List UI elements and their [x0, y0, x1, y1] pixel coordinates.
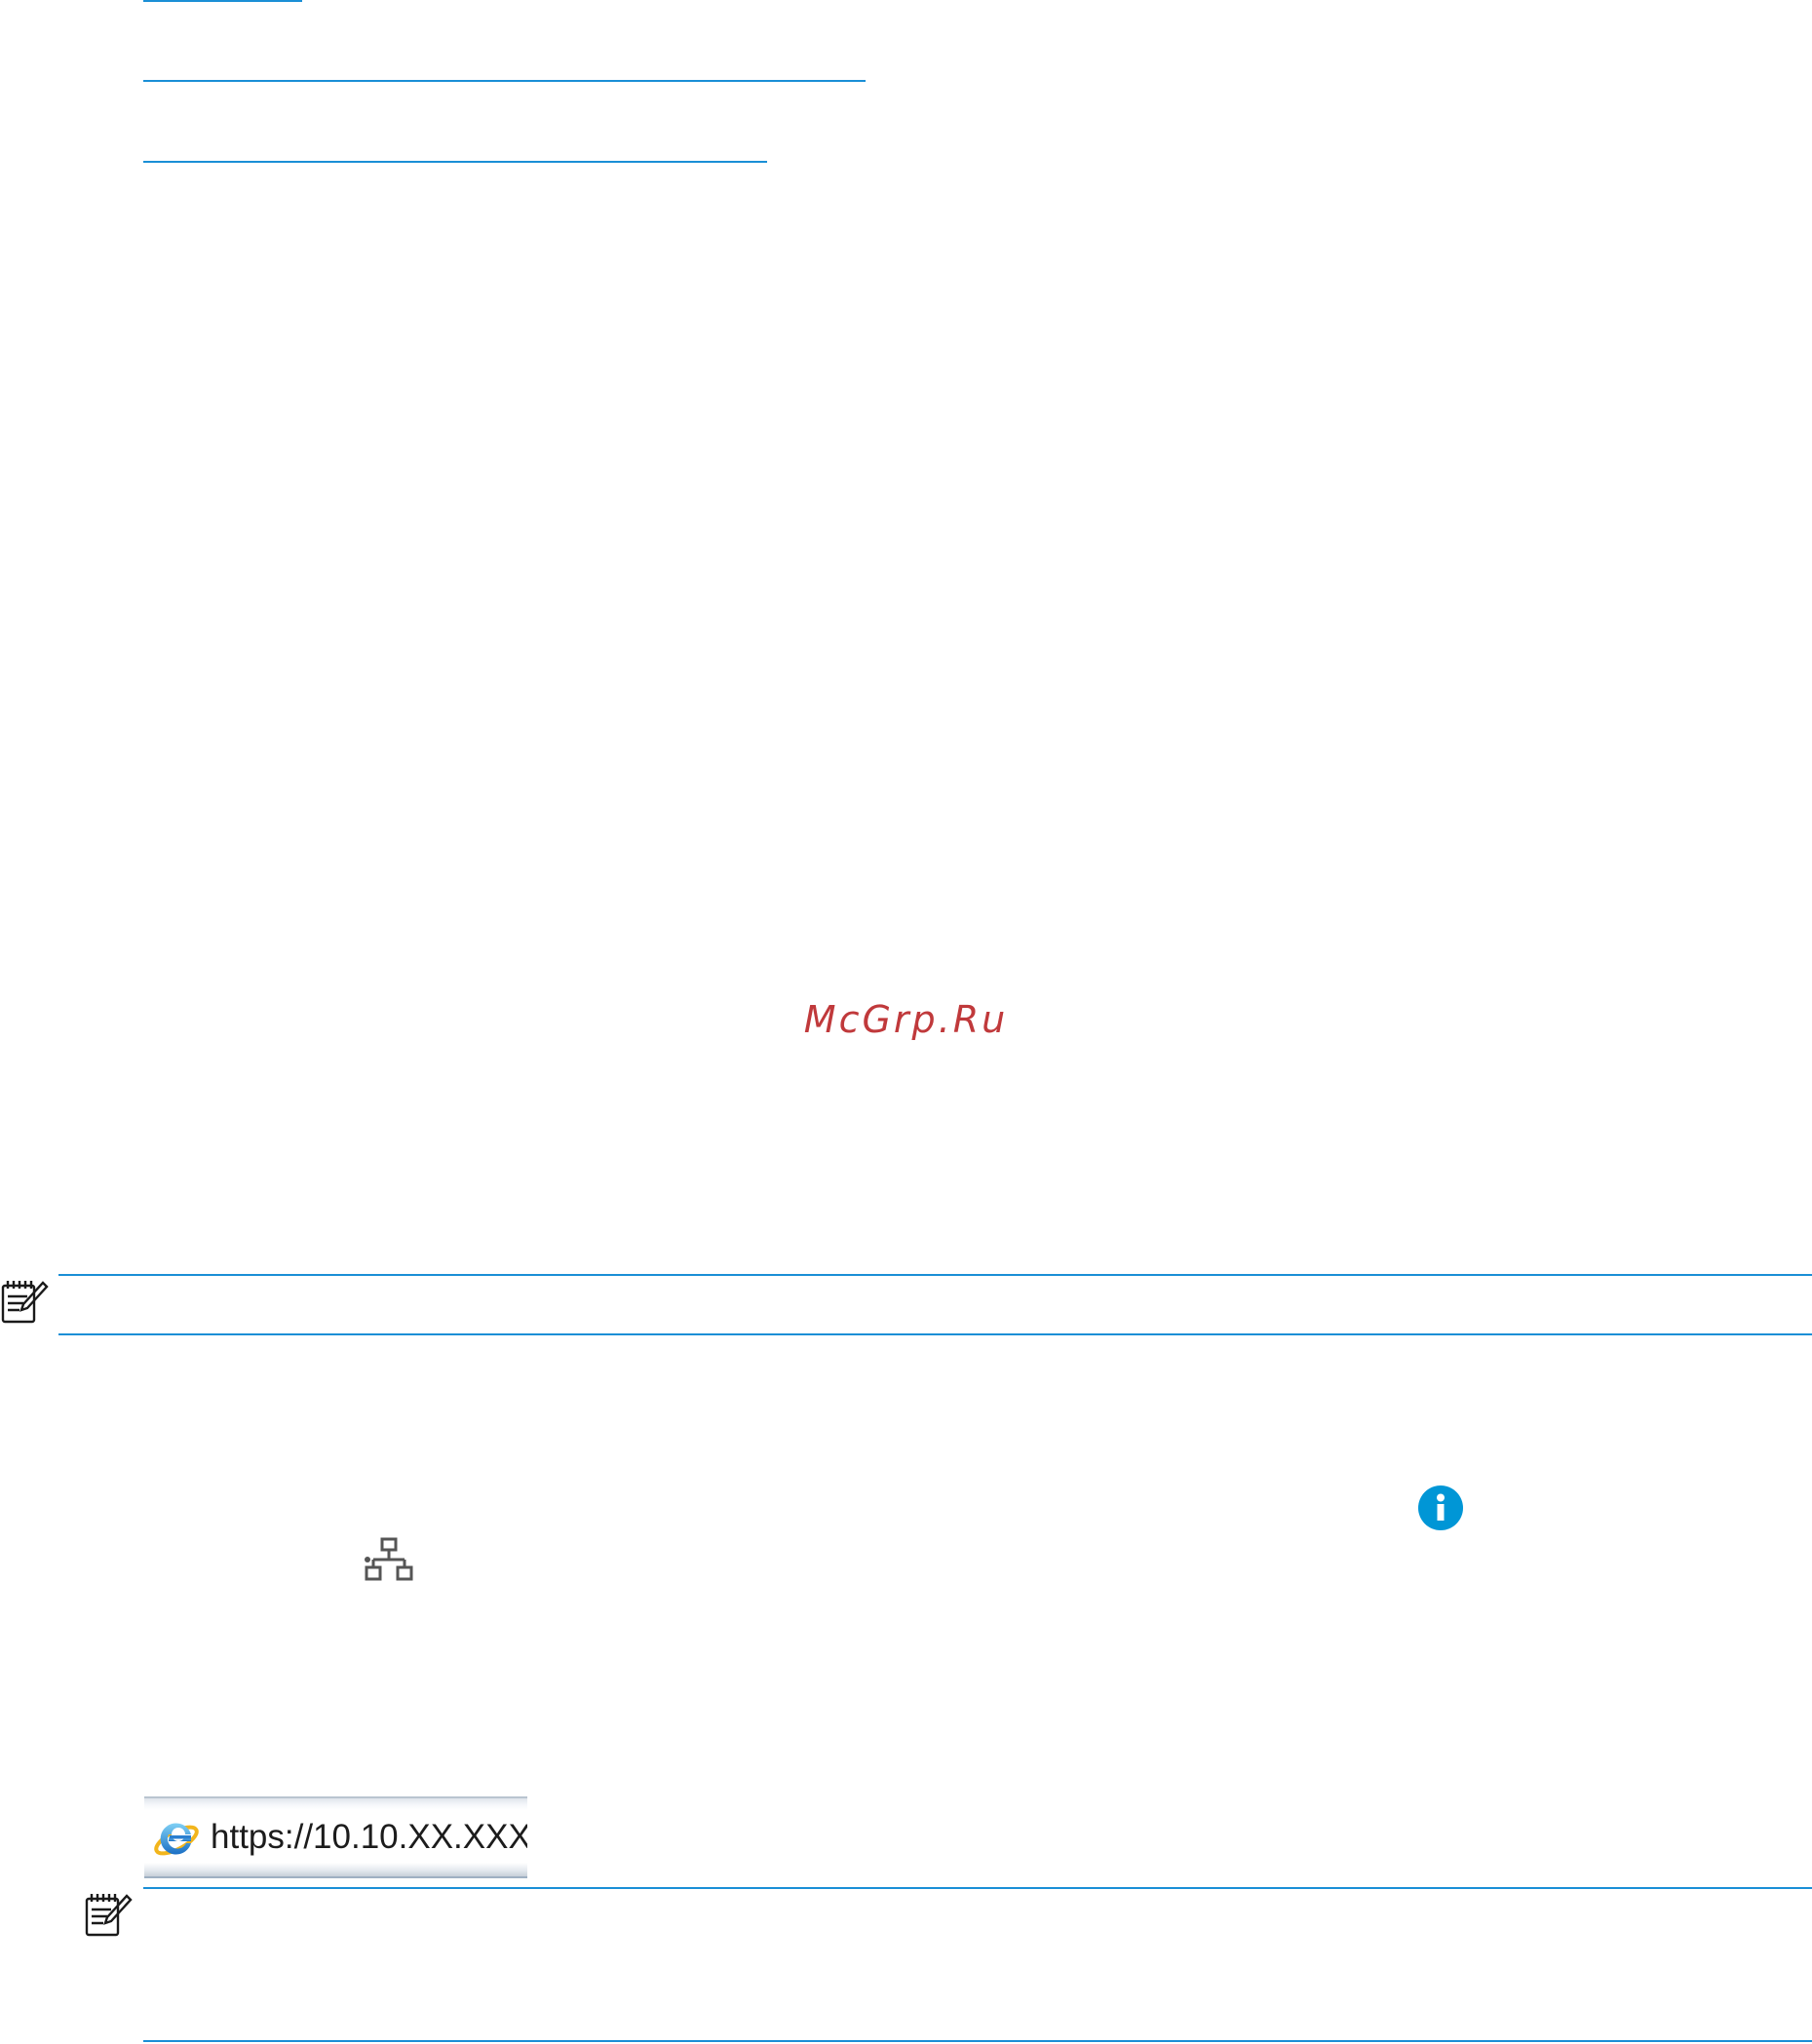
browser-address-bar[interactable]: https://10.10.XX.XXX/ — [144, 1796, 527, 1878]
link-underline-3[interactable] — [143, 161, 767, 163]
internet-explorer-icon — [154, 1823, 199, 1856]
note-rule-top-2 — [143, 1887, 1812, 1889]
note-pencil-icon — [85, 1894, 133, 1937]
note-pencil-icon — [1, 1281, 49, 1324]
network-icon — [365, 1537, 413, 1581]
watermark: McGrp.Ru — [803, 998, 1009, 1041]
note-rule-top-1 — [58, 1274, 1812, 1276]
note-rule-bottom-1 — [58, 1333, 1812, 1335]
link-underline-1[interactable] — [143, 0, 302, 2]
link-underline-2[interactable] — [143, 80, 866, 82]
url-text[interactable]: https://10.10.XX.XXX/ — [211, 1818, 527, 1857]
note-rule-bottom-2 — [143, 2040, 1812, 2042]
info-icon — [1418, 1485, 1463, 1530]
